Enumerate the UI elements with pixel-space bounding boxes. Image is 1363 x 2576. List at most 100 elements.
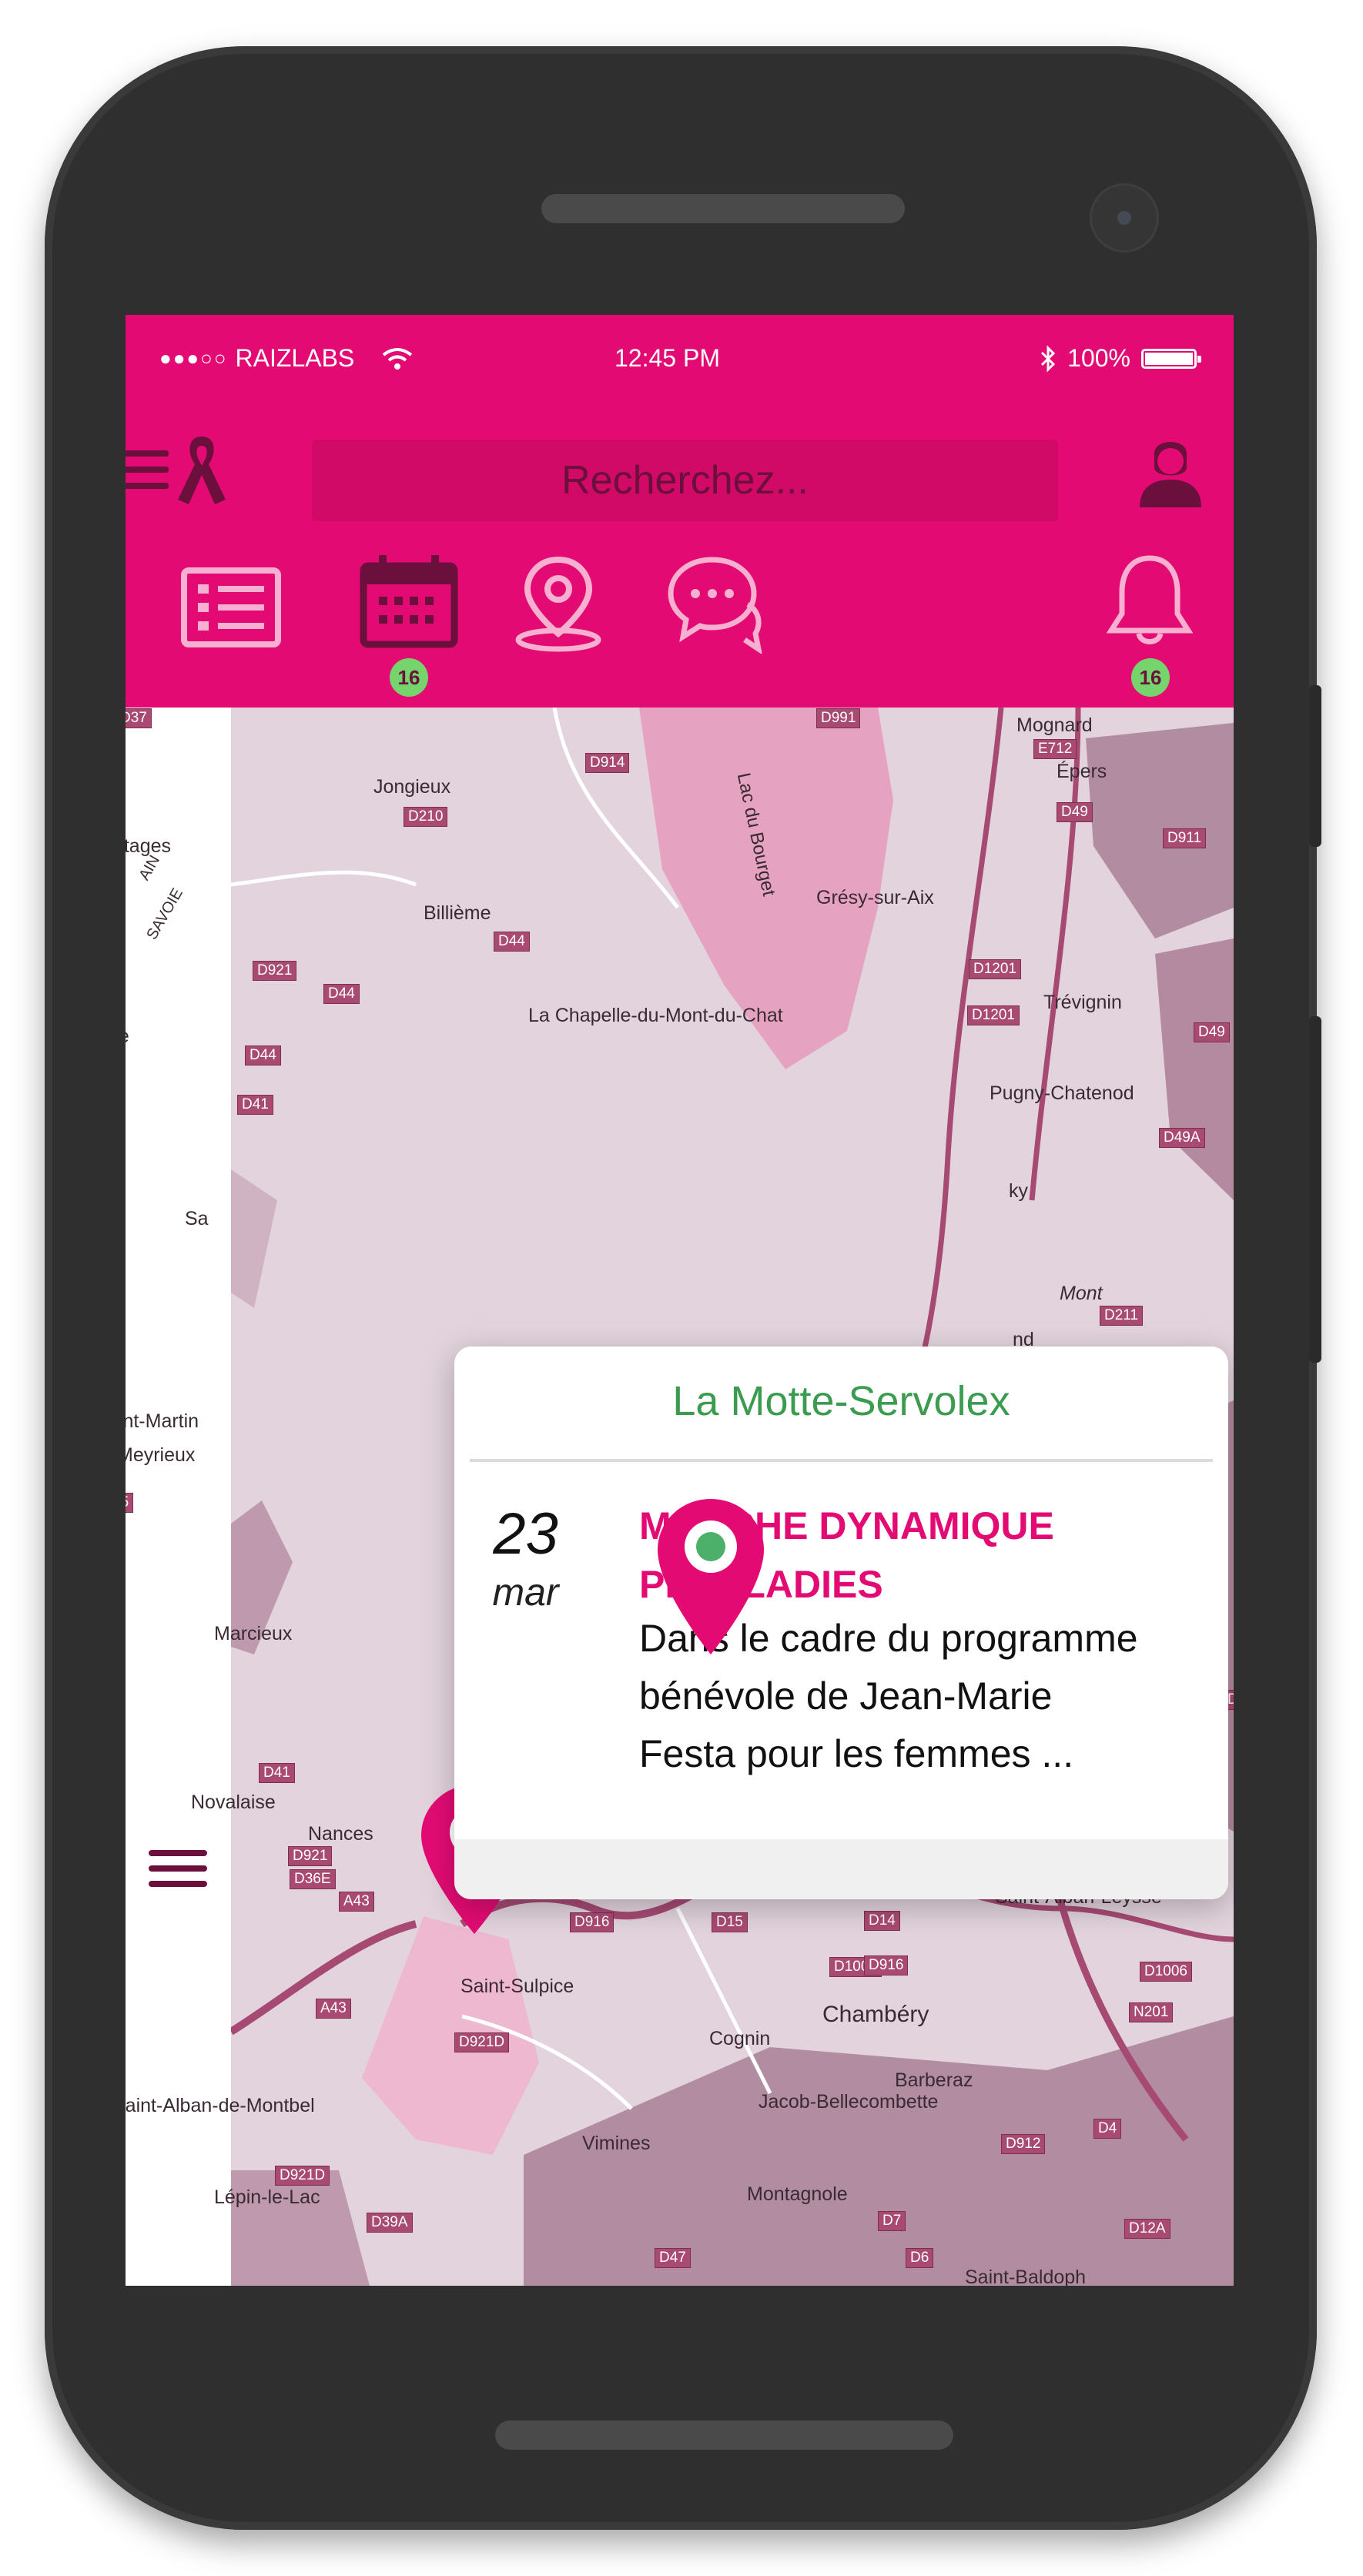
map-place-label: Grésy-sur-Aix — [816, 887, 934, 908]
bluetooth-icon — [1041, 344, 1056, 373]
map-place-label: aint-Martin — [126, 1410, 199, 1432]
side-button-top — [1309, 685, 1321, 847]
map-pin-selected[interactable] — [655, 1496, 767, 1658]
map-road-label: D49 — [1194, 1022, 1230, 1042]
map-place-label: Mognard — [1016, 714, 1093, 736]
map-place-label: Saint-Sulpice — [460, 1975, 574, 1997]
popup-town: La Motte-Servolex — [672, 1378, 1010, 1424]
home-bar[interactable] — [495, 2420, 953, 2450]
map-place-label: Saint-Baldoph — [965, 2267, 1087, 2286]
map-road-label: D44 — [323, 984, 360, 1004]
map-road-label: D14 — [864, 1911, 900, 1931]
map-place-label: Jacob-Bellecombette — [759, 2091, 939, 2113]
map-place-label: Chambéry — [822, 2002, 929, 2027]
map-place-label: Mont — [1060, 1283, 1103, 1304]
map-place-label: Sa — [185, 1208, 209, 1229]
map-road-label: A43 — [339, 1892, 374, 1912]
app-header: 16 16 — [126, 400, 1234, 708]
battery-percent: 100% — [1067, 344, 1130, 372]
speaker — [541, 194, 905, 223]
map-place-label: Pugny-Chatenod — [990, 1082, 1134, 1104]
nav-list-icon[interactable] — [181, 567, 281, 647]
map-road-label: D921D — [275, 2166, 330, 2186]
map-place-label: Saint-Alban-de-Montbel — [126, 2095, 315, 2116]
calendar-badge: 16 — [390, 658, 428, 697]
map-road-label: D1201 — [969, 959, 1021, 979]
map-road-label: D914 — [585, 753, 630, 773]
nav-chat-icon[interactable] — [665, 554, 765, 654]
map-road-label: E712 — [1033, 739, 1077, 759]
map-road-label: D211 — [1100, 1306, 1144, 1326]
map-road-label: 35 — [126, 1493, 134, 1513]
nav-bar: 16 16 — [126, 554, 1234, 708]
map-place-label: Montagnole — [747, 2183, 848, 2205]
event-popup-card[interactable]: La Motte-Servolex 23 mar MARCHE DYNAMIQU… — [454, 1347, 1228, 1899]
wifi-icon — [383, 347, 413, 370]
map-road-label: D921D — [454, 2032, 510, 2052]
map-place-label: ky — [1009, 1180, 1028, 1202]
map-place-label: Meyrieux — [126, 1444, 196, 1466]
map-place-label: Jongieux — [373, 776, 451, 798]
side-button-bottom — [1309, 1016, 1321, 1363]
map-road-label: D210 — [404, 807, 448, 827]
event-month: mar — [492, 1571, 559, 1614]
map-place-label: Barberaz — [895, 2069, 973, 2091]
notifications-badge: 16 — [1131, 658, 1170, 697]
signal-strength: ●●●○○ — [159, 346, 228, 370]
map-place-label: Novalaise — [191, 1791, 276, 1813]
event-day: 23 — [493, 1501, 558, 1567]
map-road-label: D36E — [290, 1869, 336, 1889]
map-place-label: Billième — [424, 902, 491, 924]
map-road-label: D6 — [906, 2248, 934, 2268]
menu-icon[interactable] — [126, 447, 169, 492]
pink-ribbon-logo-icon[interactable] — [172, 430, 232, 507]
clock: 12:45 PM — [615, 344, 720, 372]
map-road-label: D15 — [712, 1912, 748, 1932]
map-place-label: Cognin — [709, 2028, 771, 2049]
map-road-label: D921 — [253, 961, 297, 981]
nav-calendar-icon[interactable] — [359, 554, 459, 649]
map-road-label: D41 — [237, 1095, 273, 1115]
front-camera — [1090, 183, 1159, 253]
map-place-label: Marcieux — [214, 1623, 293, 1644]
screen: ●●●○○ RAIZLABS 12:45 PM 100% 16 16 — [126, 315, 1234, 2286]
carrier-name: RAIZLABS — [235, 344, 355, 372]
map-road-label: D921 — [288, 1846, 333, 1866]
map-road-label: D916 — [570, 1912, 615, 1932]
map-place-label: Lépin-le-Lac — [214, 2186, 320, 2208]
map-road-label: D12A — [1124, 2219, 1170, 2239]
nav-location-icon[interactable] — [512, 554, 604, 654]
map-road-label: D912 — [1001, 2134, 1046, 2154]
event-description-line-2: bénévole de Jean-Marie — [639, 1674, 1053, 1718]
map-road-label: D4 — [1093, 2119, 1122, 2139]
profile-avatar-icon[interactable] — [1136, 430, 1205, 507]
event-description-line-3: Festa pour les femmes ... — [639, 1732, 1074, 1775]
status-bar: ●●●○○ RAIZLABS 12:45 PM 100% — [126, 315, 1234, 400]
map-road-label: D1201 — [967, 1005, 1020, 1025]
map-road-label: D49 — [1057, 802, 1093, 822]
map-road-label: N201 — [1129, 2002, 1174, 2022]
map-place-label: ne — [126, 1025, 129, 1048]
map-road-label: D44 — [245, 1045, 281, 1066]
map-place-label: Vimines — [582, 2133, 651, 2154]
map-road-label: D44 — [494, 932, 530, 952]
popup-footer — [454, 1839, 1228, 1899]
map-road-label: D37 — [126, 708, 152, 728]
map-road-label: A43 — [316, 1999, 351, 2019]
battery-icon — [1141, 348, 1201, 369]
map-road-label: D916 — [864, 1955, 909, 1975]
map-road-label: D1006 — [1140, 1962, 1192, 1982]
map-road-label: D7 — [878, 2211, 906, 2231]
map-drawer-menu-icon[interactable] — [149, 1845, 210, 1892]
map-place-label: La Chapelle-du-Mont-du-Chat — [528, 1005, 783, 1026]
nav-notifications-icon[interactable] — [1103, 554, 1196, 649]
map-side-panel — [126, 708, 231, 2286]
search-input[interactable] — [312, 440, 1058, 521]
map-road-label: D911 — [1163, 828, 1207, 848]
map-road-label: D41 — [259, 1763, 295, 1783]
map-road-label: D991 — [816, 708, 861, 728]
map-place-label: Trévignin — [1043, 992, 1122, 1013]
map-place-label: Nances — [308, 1823, 373, 1845]
map-road-label: D39A — [367, 2213, 413, 2233]
map-road-label: D49A — [1159, 1128, 1205, 1148]
